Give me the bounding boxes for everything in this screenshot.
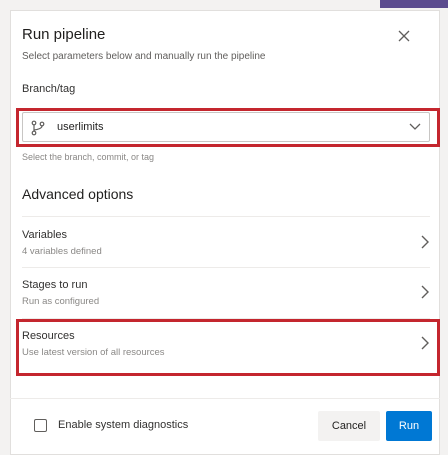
variables-subtitle: 4 variables defined xyxy=(22,246,102,257)
resources-row[interactable]: Resources Use latest version of all reso… xyxy=(22,330,430,374)
branch-tag-label: Branch/tag xyxy=(22,83,76,95)
branch-select[interactable]: userlimits xyxy=(22,112,430,142)
background-accent xyxy=(380,0,448,8)
variables-title: Variables xyxy=(22,229,68,241)
advanced-options-title: Advanced options xyxy=(22,186,134,202)
divider xyxy=(22,318,430,319)
stages-title: Stages to run xyxy=(22,279,88,291)
branch-help-text: Select the branch, commit, or tag xyxy=(22,152,155,162)
stages-subtitle: Run as configured xyxy=(22,296,100,307)
dialog-subtitle: Select parameters below and manually run… xyxy=(22,51,266,62)
resources-subtitle: Use latest version of all resources xyxy=(22,347,165,358)
close-button[interactable] xyxy=(392,24,416,48)
chevron-right-icon xyxy=(421,285,429,299)
system-diagnostics-label[interactable]: Enable system diagnostics xyxy=(58,419,188,431)
background-right xyxy=(440,10,448,455)
dialog-title: Run pipeline xyxy=(22,26,106,43)
divider xyxy=(22,267,430,268)
chevron-down-icon xyxy=(409,123,421,130)
close-icon xyxy=(398,30,410,42)
resources-title: Resources xyxy=(22,330,75,342)
cancel-button[interactable]: Cancel xyxy=(318,411,380,441)
chevron-right-icon xyxy=(421,336,429,350)
footer-divider xyxy=(10,398,440,399)
branch-value: userlimits xyxy=(57,121,104,133)
branch-icon xyxy=(31,120,45,136)
run-button[interactable]: Run xyxy=(386,411,432,441)
system-diagnostics-checkbox[interactable] xyxy=(34,419,47,432)
chevron-right-icon xyxy=(421,235,429,249)
stages-to-run-row[interactable]: Stages to run Run as configured xyxy=(22,279,430,323)
divider xyxy=(22,216,430,217)
background-left xyxy=(0,10,10,455)
